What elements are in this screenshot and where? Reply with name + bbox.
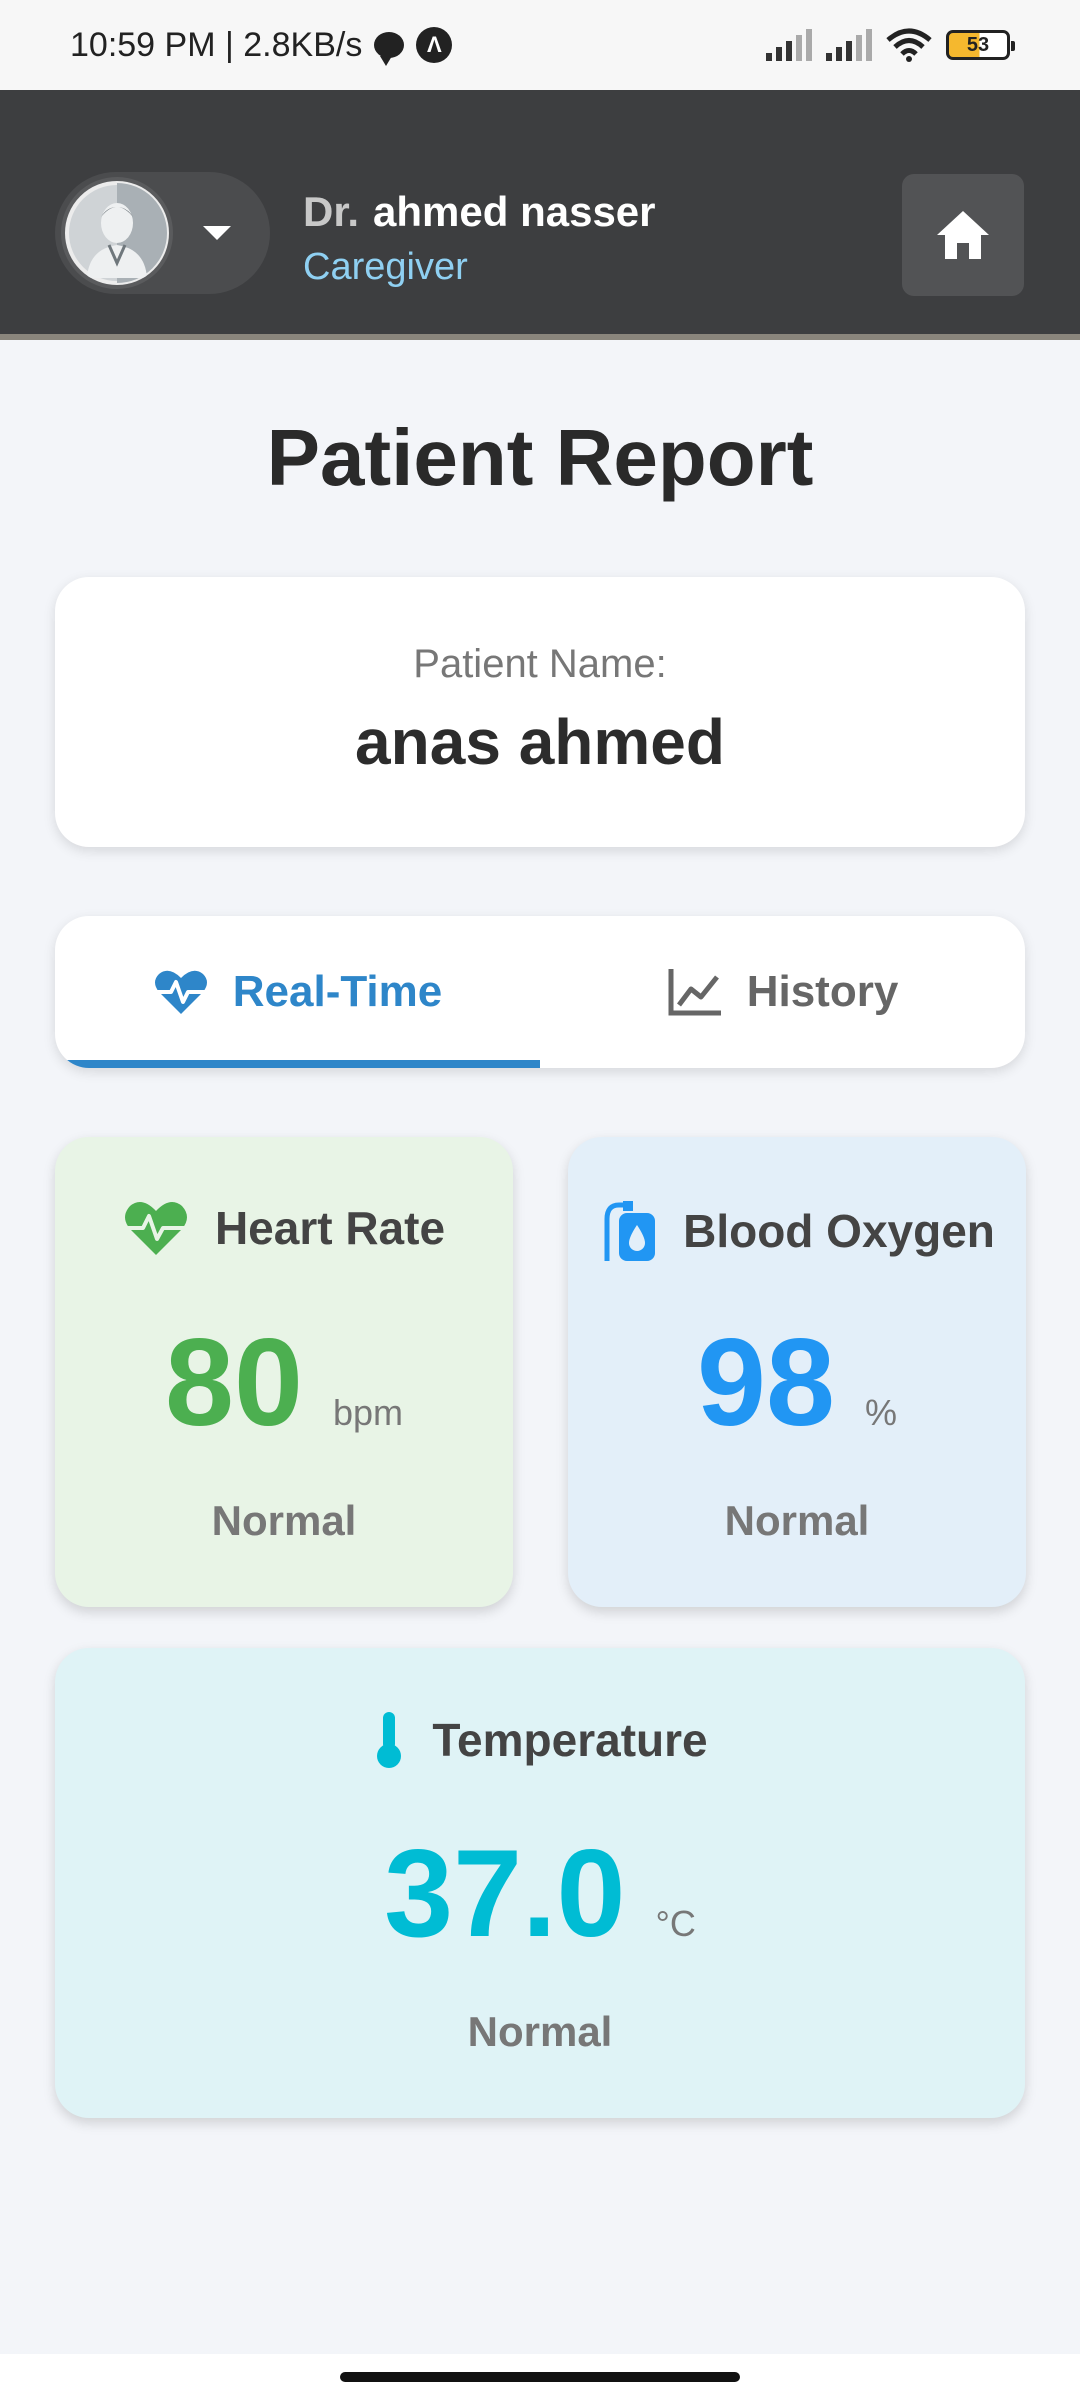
blood-oxygen-card: Blood Oxygen 98 % Normal [568, 1137, 1026, 1607]
status-right: 53 [766, 28, 1015, 62]
temperature-card: Temperature 37.0 °C Normal [55, 1648, 1025, 2118]
blood-oxygen-value-row: 98 % [568, 1312, 1026, 1454]
temperature-title: Temperature [432, 1714, 708, 1766]
tab-history[interactable]: History [540, 916, 1025, 1068]
heart-rate-header: Heart Rate [55, 1199, 513, 1257]
temperature-header: Temperature [55, 1710, 1025, 1770]
thermometer-icon [377, 1712, 402, 1768]
app-header: Dr. ahmed nasser Caregiver [0, 90, 1080, 340]
blood-oxygen-value: 98 [697, 1314, 835, 1452]
tab-real-time-label: Real-Time [232, 967, 443, 1016]
heartbeat-icon [154, 970, 207, 1014]
doctor-avatar-icon [69, 183, 167, 283]
user-info: Dr. ahmed nasser Caregiver [303, 188, 656, 289]
status-time-network: 10:59 PM | 2.8KB/s [70, 25, 363, 64]
home-indicator[interactable] [340, 2372, 740, 2382]
heart-pulse-icon [124, 1202, 187, 1255]
user-menu-button[interactable] [55, 172, 270, 294]
tab-history-label: History [746, 967, 899, 1016]
blood-oxygen-title: Blood Oxygen [683, 1205, 995, 1257]
wifi-icon [886, 28, 932, 62]
patient-name-label: Patient Name: [413, 642, 667, 686]
home-button[interactable] [902, 174, 1024, 296]
heart-rate-status: Normal [211, 1497, 357, 1544]
blood-oxygen-unit: % [864, 1392, 897, 1433]
blood-oxygen-status: Normal [724, 1497, 870, 1544]
battery-icon: 53 [946, 30, 1015, 60]
status-bar: 10:59 PM | 2.8KB/s Λ 53 [0, 0, 1080, 90]
temperature-value-row: 37.0 °C [55, 1823, 1025, 1965]
patient-card: Patient Name: anas ahmed [55, 577, 1025, 847]
patient-name: anas ahmed [355, 706, 725, 778]
user-name: Dr. ahmed nasser [303, 188, 656, 236]
temperature-unit: °C [655, 1903, 696, 1944]
oxygen-tank-icon [604, 1201, 656, 1261]
user-prefix: Dr. [303, 188, 360, 235]
avatar [61, 177, 173, 289]
page-title: Patient Report [266, 413, 814, 502]
temperature-status: Normal [467, 2008, 613, 2055]
chat-notification-icon [374, 32, 405, 66]
heart-rate-title: Heart Rate [214, 1202, 446, 1254]
home-icon [937, 211, 989, 259]
line-chart-icon [668, 969, 721, 1016]
temperature-value: 37.0 [384, 1825, 626, 1963]
app-notification-icon: Λ [416, 27, 453, 63]
tab-real-time[interactable]: Real-Time [55, 916, 540, 1068]
heart-rate-value-row: 80 bpm [55, 1312, 513, 1454]
signal-icon-2 [826, 29, 872, 61]
user-role: Caregiver [303, 246, 468, 288]
blood-oxygen-header: Blood Oxygen [568, 1199, 1026, 1263]
chevron-down-icon [203, 226, 231, 240]
signal-icon-1 [766, 29, 812, 61]
heart-rate-unit: bpm [332, 1392, 403, 1433]
heart-rate-value: 80 [165, 1314, 303, 1452]
status-left: 10:59 PM | 2.8KB/s Λ [70, 25, 453, 66]
heart-rate-card: Heart Rate 80 bpm Normal [55, 1137, 513, 1607]
user-name-text: ahmed nasser [373, 188, 656, 235]
tab-bar: Real-Time History [55, 916, 1025, 1068]
battery-level: 53 [966, 33, 990, 56]
